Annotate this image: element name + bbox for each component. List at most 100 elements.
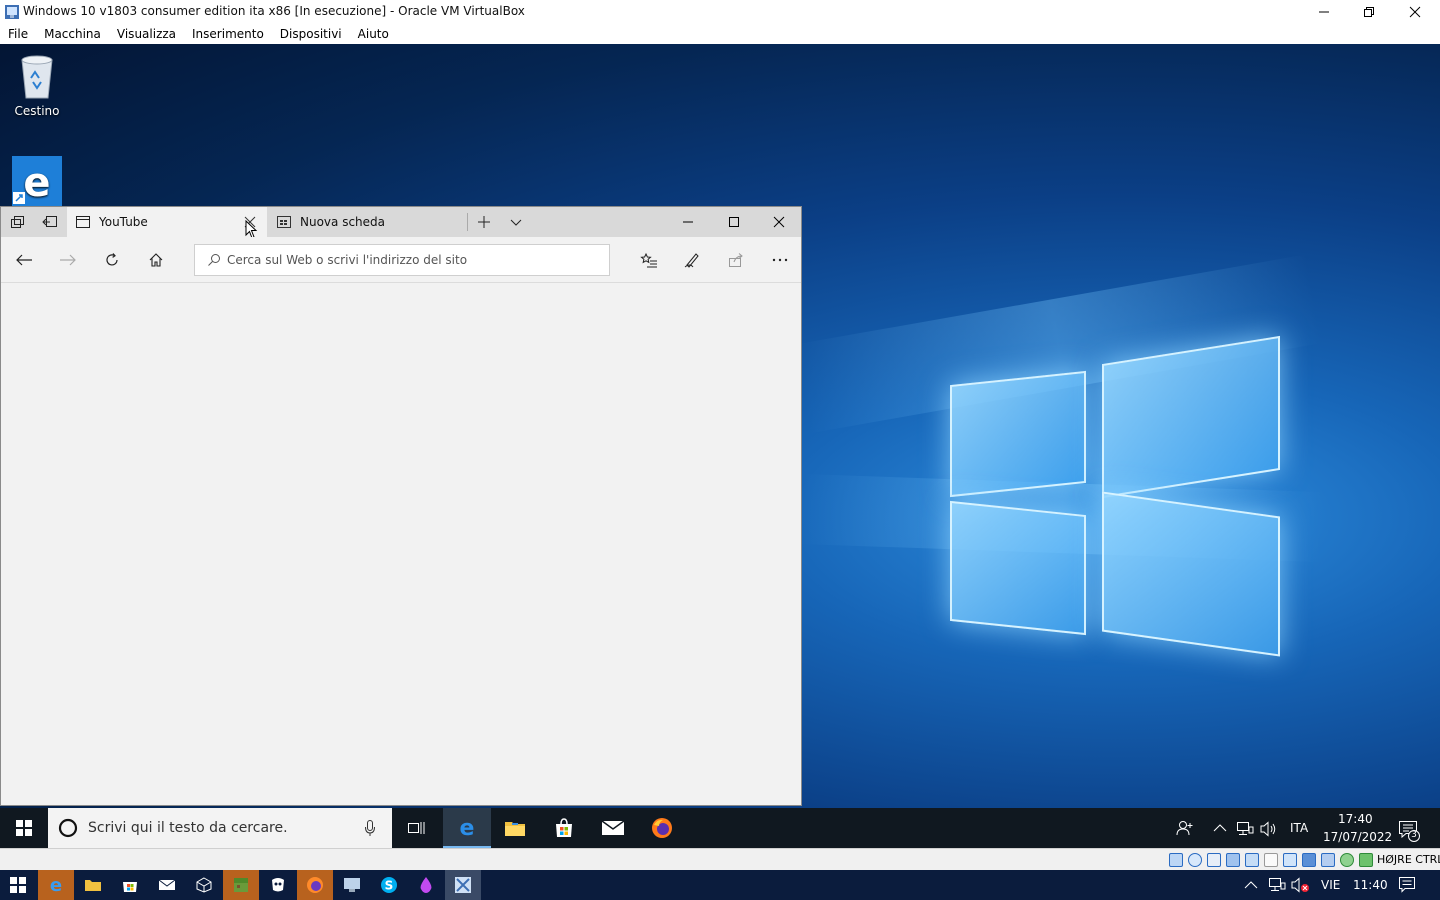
shared-folders-icon[interactable] [1264,853,1278,867]
edge-close-button[interactable] [757,207,801,237]
host-app-icon[interactable] [260,870,296,900]
page-icon [75,215,91,229]
usb-icon[interactable] [1245,853,1259,867]
edge-tabbar: YouTube Nuova scheda [1,207,801,239]
host-start-button[interactable] [0,870,36,900]
tab-nuova-scheda[interactable]: Nuova scheda [268,207,466,237]
menu-visualizza[interactable]: Visualizza [117,27,176,41]
host-volume-muted-icon[interactable] [1291,877,1311,893]
address-input[interactable] [227,253,587,267]
taskbar-mail-button[interactable] [589,808,637,848]
host-minimize-button[interactable] [1301,0,1347,24]
edge-shortcut-icon: e [12,156,62,206]
cortana-icon [58,818,78,838]
host-restore-button[interactable] [1346,0,1392,24]
svg-text:e: e [460,816,475,838]
edge-maximize-button[interactable] [711,207,757,237]
taskbar-file-explorer-button[interactable] [491,808,539,848]
guest-clock-time[interactable]: 17:40 [1338,812,1373,826]
recording-icon[interactable] [1302,853,1316,867]
host-virtualbox-icon[interactable] [445,870,481,900]
host-minecraft-icon[interactable] [223,870,259,900]
display-icon[interactable] [1283,853,1297,867]
tab-youtube[interactable]: YouTube [67,207,267,239]
taskbar-edge-button[interactable]: e [443,808,491,848]
microphone-icon[interactable] [364,819,376,837]
taskbar-store-button[interactable] [540,808,588,848]
tab-divider [467,213,468,231]
task-view-button[interactable] [392,808,440,848]
host-network-icon[interactable] [1268,877,1286,893]
share-button[interactable] [721,245,751,275]
optical-drive-icon[interactable] [1188,853,1202,867]
tab-list-button[interactable] [501,207,531,237]
menu-macchina[interactable]: Macchina [44,27,101,41]
menu-aiuto[interactable]: Aiuto [358,27,389,41]
desktop-icon-edge[interactable]: e [0,156,74,206]
host-window-title: Windows 10 v1803 consumer edition ita x8… [23,4,525,18]
virtualbox-icon [4,4,20,20]
host-chevron-up-icon[interactable] [1244,880,1258,890]
forward-button[interactable] [53,245,83,275]
guest-desktop: Cestino e YouTube Nuova scheda Cerca sul… [0,44,1440,808]
start-button[interactable] [0,808,48,848]
refresh-button[interactable] [97,245,127,275]
windows-logo-wallpaper [946,330,1286,660]
guest-taskbar: e ITA 17:40 17/07/2022 3 [0,808,1440,848]
menu-inserimento[interactable]: Inserimento [192,27,264,41]
host-file-explorer-icon[interactable] [75,870,111,900]
svg-text:e: e [23,160,50,206]
taskbar-search-box[interactable] [48,808,392,848]
recycle-bin-icon [16,52,58,100]
tab-label: Nuova scheda [300,215,386,229]
host-edge-icon[interactable]: e [38,870,74,900]
page-content-area[interactable] [1,284,801,805]
taskbar-search-input[interactable] [88,820,348,836]
keyboard-capture-icon[interactable] [1359,853,1373,867]
mouse-integration-icon[interactable] [1340,853,1354,867]
audio-icon[interactable] [1207,853,1221,867]
volume-icon[interactable] [1260,821,1278,837]
host-menubar: File Macchina Visualizza Inserimento Dis… [0,24,1440,44]
desktop-icon-label: Cestino [14,104,60,118]
web-note-button[interactable] [677,245,707,275]
host-action-center-icon[interactable] [1398,876,1416,894]
edge-minimize-button[interactable] [665,207,711,237]
people-icon[interactable] [1176,820,1194,836]
host-mail-icon[interactable] [149,870,185,900]
host-firefox-icon[interactable] [297,870,333,900]
tab-label: YouTube [99,215,148,229]
more-button[interactable] [765,245,795,275]
menu-dispositivi[interactable]: Dispositivi [280,27,342,41]
set-aside-tabs-button[interactable] [33,207,67,237]
chevron-up-icon[interactable] [1213,823,1227,833]
guest-clock-date[interactable]: 17/07/2022 [1323,830,1392,844]
menu-file[interactable]: File [8,27,28,41]
taskbar-firefox-button[interactable] [638,808,686,848]
host-close-button[interactable] [1392,0,1438,24]
host-paint-icon[interactable] [408,870,444,900]
host-store-icon[interactable] [112,870,148,900]
guest-language-indicator[interactable]: ITA [1290,821,1308,835]
host-language-indicator[interactable]: VIE [1321,878,1340,892]
action-center-icon[interactable]: 3 [1398,820,1422,842]
host-titlebar: Windows 10 v1803 consumer edition ita x8… [0,0,1440,24]
host-3d-viewer-icon[interactable] [186,870,222,900]
hard-disk-icon[interactable] [1169,853,1183,867]
virtualization-icon[interactable] [1321,853,1335,867]
desktop-icon-recycle-bin[interactable]: Cestino [0,52,74,118]
tab-preview-button[interactable] [1,207,33,237]
svg-text:e: e [50,876,62,894]
network-adapter-icon[interactable] [1226,853,1240,867]
new-tab-button[interactable] [469,207,499,237]
host-key-label[interactable]: HØJRE CTRL [1377,853,1440,866]
favorites-button[interactable] [634,245,664,275]
back-button[interactable] [9,245,39,275]
host-remote-desktop-icon[interactable] [334,870,370,900]
network-icon[interactable] [1236,821,1254,837]
host-clock-time[interactable]: 11:40 [1353,878,1388,892]
home-button[interactable] [141,245,171,275]
svg-text:S: S [385,879,394,893]
address-bar[interactable] [194,244,610,276]
host-skype-icon[interactable]: S [371,870,407,900]
